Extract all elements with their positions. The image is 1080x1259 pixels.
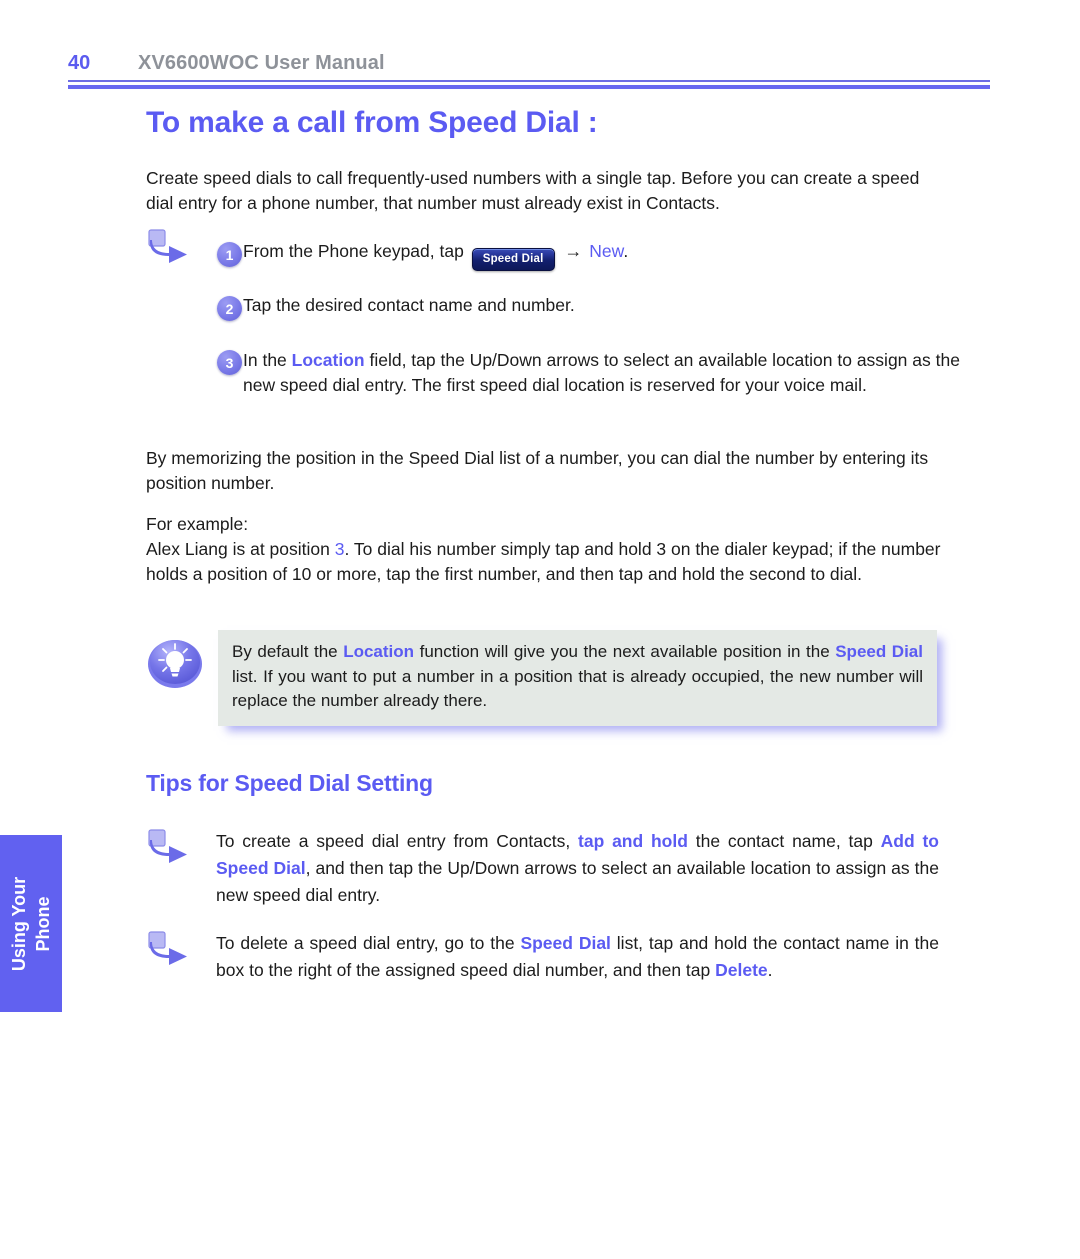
page-title: To make a call from Speed Dial : <box>146 106 598 139</box>
lightbulb-icon <box>146 638 204 690</box>
page-number: 40 <box>68 51 91 74</box>
side-tab-using-your-phone: Using Your Phone <box>0 835 62 1012</box>
step-text-1: From the Phone keypad, tap Speed Dial → … <box>243 239 975 271</box>
step-3-text-before: In the <box>243 350 287 370</box>
memorizing-paragraph: By memorizing the position in the Speed … <box>146 448 929 493</box>
tip-box: By default the Location function will gi… <box>218 630 937 726</box>
divider-line-thick <box>68 85 990 89</box>
side-tab-line-1: Using Your <box>9 876 29 971</box>
tip-text-part2: function will give you the next availabl… <box>419 642 830 661</box>
step-text-2: Tap the desired contact name and number. <box>243 295 575 315</box>
tips-2-keyword-speed-dial: Speed Dial <box>520 933 611 953</box>
arrow-bullet-icon <box>146 228 190 266</box>
tips-1-part1: To create a speed dial entry from Contac… <box>216 831 571 851</box>
tips-heading: Tips for Speed Dial Setting <box>146 770 433 796</box>
side-tab-line-2: Phone <box>33 896 53 952</box>
example-label: For example: <box>146 514 249 534</box>
example-paragraph: For example: Alex Liang is at position 3… <box>146 512 946 587</box>
tip-text-part1: By default the <box>232 642 338 661</box>
manual-title: XV6600WOC User Manual <box>138 51 385 74</box>
speed-dial-button-graphic[interactable]: Speed Dial <box>471 248 555 271</box>
tip-text: By default the Location function will gi… <box>232 640 923 714</box>
step-3-keyword-location: Location <box>291 350 365 370</box>
tips-2-part1: To delete a speed dial entry, go to the <box>216 933 515 953</box>
tips-1-part2: the contact name, tap <box>695 831 873 851</box>
intro-paragraph: Create speed dials to call frequently-us… <box>146 168 920 213</box>
arrow-bullet-icon <box>146 828 190 866</box>
tips-2-keyword-delete: Delete <box>715 960 768 980</box>
header-divider <box>68 80 990 89</box>
step-number-3: 3 <box>217 350 242 375</box>
step-number-2: 2 <box>217 296 242 321</box>
tips-1-keyword-tap-and-hold: tap and hold <box>578 831 688 851</box>
step-1-link-new[interactable]: New <box>589 241 623 261</box>
tip-keyword-speed-dial: Speed Dial <box>835 642 923 661</box>
arrow-bullet-icon <box>146 930 190 968</box>
side-tab-label: Using Your Phone <box>7 835 55 1012</box>
step-text-3: In the Location field, tap the Up/Down a… <box>243 348 973 398</box>
page-header: 40 XV6600WOC User Manual <box>68 48 990 78</box>
divider-line-thin <box>68 80 990 82</box>
step-1-text-before: From the Phone keypad, tap <box>243 241 464 261</box>
step-number-1: 1 <box>217 242 242 267</box>
tip-keyword-location: Location <box>343 642 415 661</box>
step-1-arrow-glyph: → <box>564 241 583 261</box>
tips-item-1-text: To create a speed dial entry from Contac… <box>216 828 939 909</box>
tips-2-part3: . <box>767 960 773 980</box>
tips-item-2-text: To delete a speed dial entry, go to the … <box>216 930 939 984</box>
tips-1-part3: , and then tap the Up/Down arrows to sel… <box>216 858 939 905</box>
example-text-before: Alex Liang is at position <box>146 539 330 559</box>
tip-text-part3: list. If you want to put a number in a p… <box>232 666 923 711</box>
tip-note-block: By default the Location function will gi… <box>146 630 956 730</box>
step-1-text-after: . <box>623 241 629 261</box>
